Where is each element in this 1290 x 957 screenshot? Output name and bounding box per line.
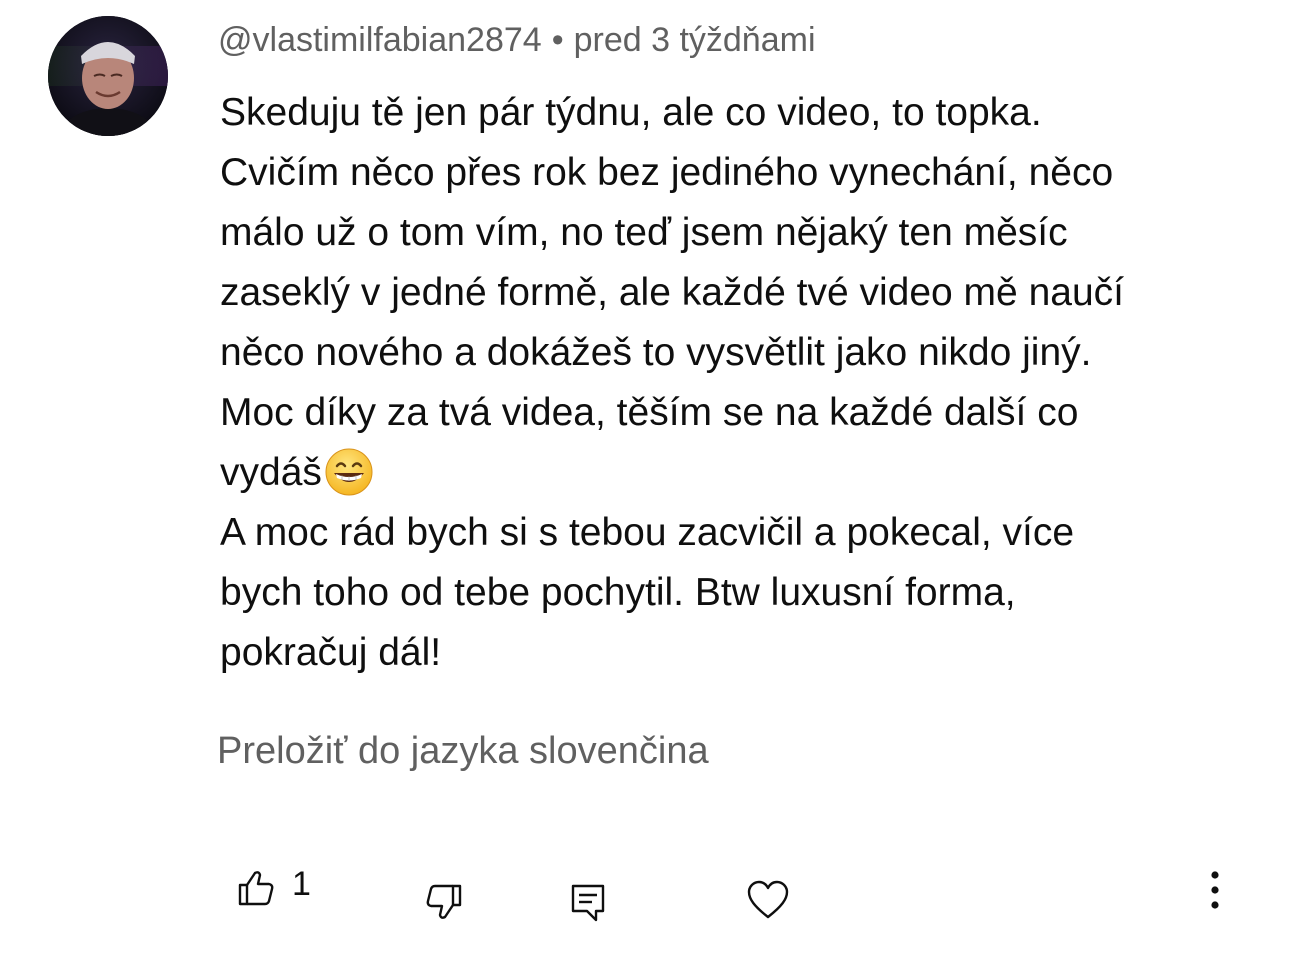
heart-icon xyxy=(747,880,789,919)
comment-timestamp[interactable]: pred 3 týždňami xyxy=(574,21,816,59)
translate-link[interactable]: Preložiť do jazyka slovenčina xyxy=(217,728,709,774)
more-options-button[interactable] xyxy=(1200,868,1230,912)
comment-meta: @vlastimilfabian2874 • pred 3 týždňami xyxy=(218,18,816,62)
comment-line: pokračuj dál! xyxy=(220,631,442,674)
comment-line: zaseklý v jedné formě, ale každé tvé vid… xyxy=(220,271,1124,314)
like-count: 1 xyxy=(292,864,311,903)
comment-line: něco nového a dokážeš to vysvětlit jako … xyxy=(220,331,1092,374)
thumbs-down-icon xyxy=(426,884,462,919)
avatar[interactable] xyxy=(48,16,168,136)
heart-button[interactable] xyxy=(746,879,790,921)
comment-line-with-emoji: vydáš xyxy=(220,443,1250,503)
comment-line: málo už o tom vím, no teď jsem nějaký te… xyxy=(220,211,1068,254)
author-handle[interactable]: @vlastimilfabian2874 xyxy=(218,21,542,59)
meta-separator: • xyxy=(551,21,564,59)
comment-thread: @vlastimilfabian2874 • pred 3 týždňami Ske… xyxy=(0,0,1290,957)
reply-button[interactable] xyxy=(568,882,608,924)
reply-comment-icon xyxy=(571,884,605,922)
comment-actions: 1 xyxy=(0,860,1290,930)
like-button[interactable]: 1 xyxy=(236,864,311,908)
more-vertical-icon xyxy=(1211,871,1219,909)
comment-line: Skeduju tě jen pár týdnu, ale co video, … xyxy=(220,91,1042,134)
comment-body: Skeduju tě jen pár týdnu, ale co video, … xyxy=(220,83,1250,683)
thumbs-up-icon xyxy=(238,871,274,906)
comment-line: vydáš xyxy=(220,451,322,494)
grinning-face-emoji-icon xyxy=(325,448,373,496)
comment-line: bych toho od tebe pochytil. Btw luxusní … xyxy=(220,571,1016,614)
comment-line: Moc díky za tvá videa, těším se na každé… xyxy=(220,391,1079,434)
comment-line: A moc rád bych si s tebou zacvičil a pok… xyxy=(220,511,1075,554)
comment-line: Cvičím něco přes rok bez jediného vynech… xyxy=(220,151,1114,194)
dislike-button[interactable] xyxy=(422,882,464,922)
user-avatar-icon xyxy=(48,16,168,136)
